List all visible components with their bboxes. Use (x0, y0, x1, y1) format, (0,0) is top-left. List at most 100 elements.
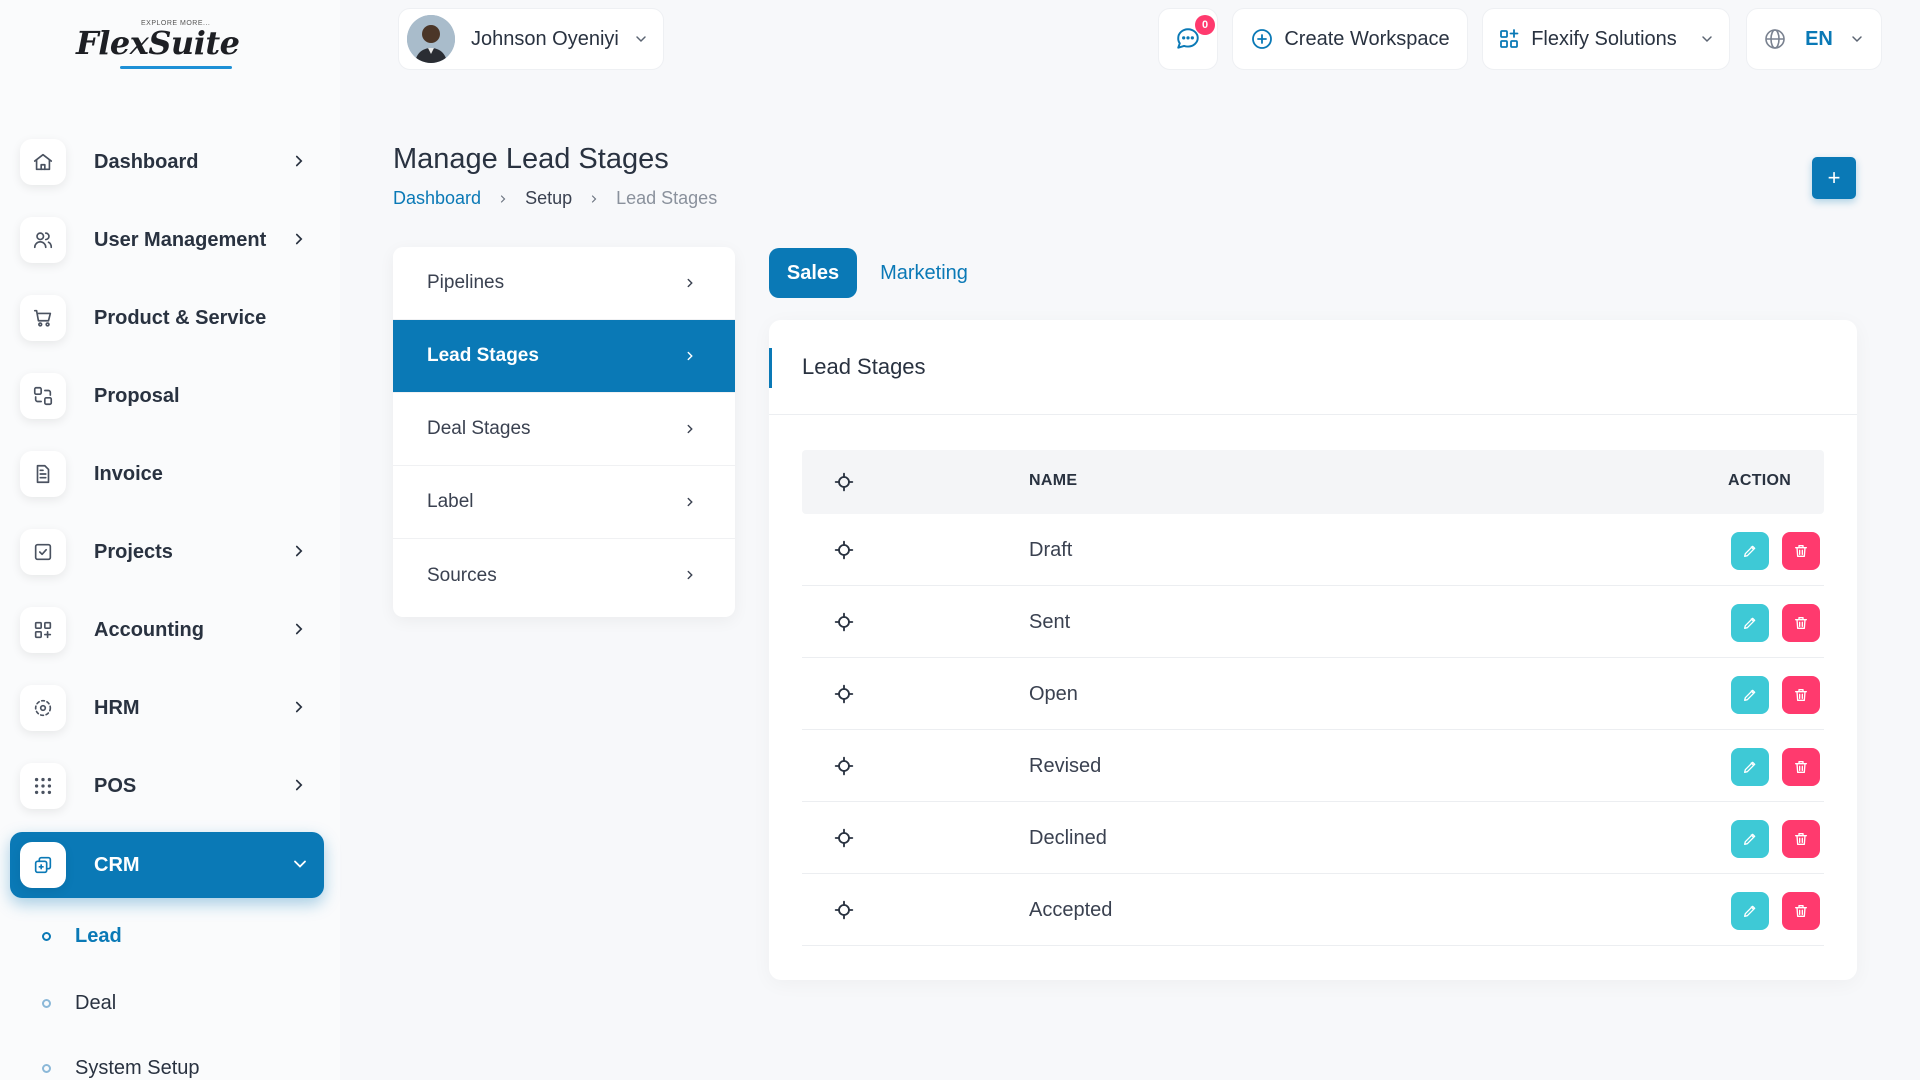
delete-button[interactable] (1782, 892, 1820, 930)
user-name: Johnson Oyeniyi (471, 27, 619, 50)
crm-icon (20, 842, 66, 888)
edit-button[interactable] (1731, 532, 1769, 570)
home-icon (20, 139, 66, 185)
menu-item-sources[interactable]: Sources (393, 539, 735, 612)
drag-handle-icon[interactable] (834, 756, 854, 776)
delete-button[interactable] (1782, 604, 1820, 642)
pencil-icon (1744, 833, 1756, 845)
lead-stages-card: Lead Stages NAME ACTION Draft Sent Open (769, 320, 1857, 980)
menu-item-label: Label (427, 491, 474, 512)
table-row[interactable]: Open (802, 658, 1824, 730)
delete-button[interactable] (1782, 820, 1820, 858)
sidebar-item-crm[interactable]: CRM (10, 832, 324, 898)
bullet-icon (42, 932, 51, 941)
chevron-down-icon (290, 854, 310, 874)
trash-icon (1795, 545, 1807, 557)
edit-button[interactable] (1731, 676, 1769, 714)
delete-button[interactable] (1782, 532, 1820, 570)
edit-button[interactable] (1731, 892, 1769, 930)
drag-handle-icon[interactable] (834, 540, 854, 560)
menu-item-pipelines[interactable]: Pipelines (393, 247, 735, 320)
bullet-icon (42, 1064, 51, 1073)
sidebar-subitem-system-setup[interactable]: System Setup (42, 1057, 200, 1080)
pencil-icon (1744, 617, 1756, 629)
settings-menu: Pipelines Lead Stages Deal Stages Label … (393, 247, 735, 617)
add-lead-stage-button[interactable]: + (1812, 157, 1856, 199)
workspace-switcher[interactable]: Flexify Solutions (1482, 8, 1730, 70)
sidebar-subitem-deal[interactable]: Deal (42, 992, 116, 1015)
table-row[interactable]: Sent (802, 586, 1824, 658)
edit-button[interactable] (1731, 604, 1769, 642)
chevron-right-icon (290, 151, 308, 171)
pencil-icon (1744, 689, 1756, 701)
drag-handle-icon[interactable] (834, 612, 854, 632)
pencil-icon (1744, 905, 1756, 917)
sidebar-item-label: Product & Service (94, 306, 267, 329)
tab-marketing[interactable]: Marketing (866, 248, 982, 298)
breadcrumb-setup[interactable]: Setup (525, 188, 572, 209)
table-row[interactable]: Draft (802, 514, 1824, 586)
notification-count-badge: 0 (1195, 15, 1215, 35)
tab-sales[interactable]: Sales (769, 248, 857, 298)
card-header: Lead Stages (769, 320, 1857, 415)
delete-button[interactable] (1782, 676, 1820, 714)
page-title: Manage Lead Stages (393, 143, 669, 175)
sidebar-item-label: Projects (94, 540, 173, 563)
sidebar-item-label: Dashboard (94, 150, 199, 173)
drag-handle-icon[interactable] (834, 828, 854, 848)
sidebar-item-product-service[interactable]: Product & Service (10, 285, 324, 351)
pos-icon (20, 763, 66, 809)
sidebar-item-accounting[interactable]: Accounting (10, 597, 324, 663)
breadcrumb: Dashboard Setup Lead Stages (393, 188, 717, 209)
chevron-right-icon (683, 494, 697, 510)
pencil-icon (1744, 545, 1756, 557)
chevron-right-icon (588, 192, 600, 206)
plus-circle-icon (1250, 27, 1274, 51)
table-row[interactable]: Accepted (802, 874, 1824, 946)
chevron-right-icon (683, 348, 697, 364)
table-row[interactable]: Revised (802, 730, 1824, 802)
menu-item-lead-stages[interactable]: Lead Stages (393, 320, 735, 393)
sidebar-item-invoice[interactable]: Invoice (10, 441, 324, 507)
sidebar-item-dashboard[interactable]: Dashboard (10, 129, 324, 195)
sidebar-item-proposal[interactable]: Proposal (10, 363, 324, 429)
move-icon (834, 472, 854, 492)
globe-icon (1763, 27, 1787, 51)
user-menu[interactable]: Johnson Oyeniyi (398, 8, 664, 70)
delete-button[interactable] (1782, 748, 1820, 786)
subitem-label: Lead (75, 925, 122, 947)
pencil-icon (1744, 761, 1756, 773)
chevron-right-icon (497, 192, 509, 206)
trash-icon (1795, 833, 1807, 845)
sidebar-item-label: CRM (94, 853, 140, 876)
app-logo[interactable]: EXPLORE MORE... FlexSuite (76, 16, 246, 76)
apps-icon (1497, 27, 1521, 51)
sidebar-item-projects[interactable]: Projects (10, 519, 324, 585)
drag-handle-icon[interactable] (834, 684, 854, 704)
column-header-name: NAME (1029, 472, 1078, 489)
logo-underline (120, 66, 232, 69)
menu-item-label[interactable]: Label (393, 466, 735, 539)
subitem-label: System Setup (75, 1057, 200, 1079)
sidebar-item-pos[interactable]: POS (10, 753, 324, 819)
sidebar-item-user-management[interactable]: User Management (10, 207, 324, 273)
notifications-button[interactable]: 0 (1158, 8, 1218, 70)
language-selector[interactable]: EN (1746, 8, 1882, 70)
create-workspace-button[interactable]: Create Workspace (1232, 8, 1468, 70)
menu-item-label: Pipelines (427, 272, 505, 293)
menu-item-deal-stages[interactable]: Deal Stages (393, 393, 735, 466)
cart-icon (20, 295, 66, 341)
breadcrumb-dashboard[interactable]: Dashboard (393, 188, 481, 209)
edit-button[interactable] (1731, 748, 1769, 786)
stage-name: Accepted (1029, 899, 1113, 921)
sidebar-item-hrm[interactable]: HRM (10, 675, 324, 741)
chevron-right-icon (683, 421, 697, 437)
drag-handle-icon[interactable] (834, 900, 854, 920)
stage-name: Open (1029, 683, 1078, 705)
card-accent-bar (769, 348, 772, 388)
table-row[interactable]: Declined (802, 802, 1824, 874)
accounting-icon (20, 607, 66, 653)
chevron-right-icon (290, 775, 308, 795)
sidebar-subitem-lead[interactable]: Lead (42, 925, 122, 948)
edit-button[interactable] (1731, 820, 1769, 858)
